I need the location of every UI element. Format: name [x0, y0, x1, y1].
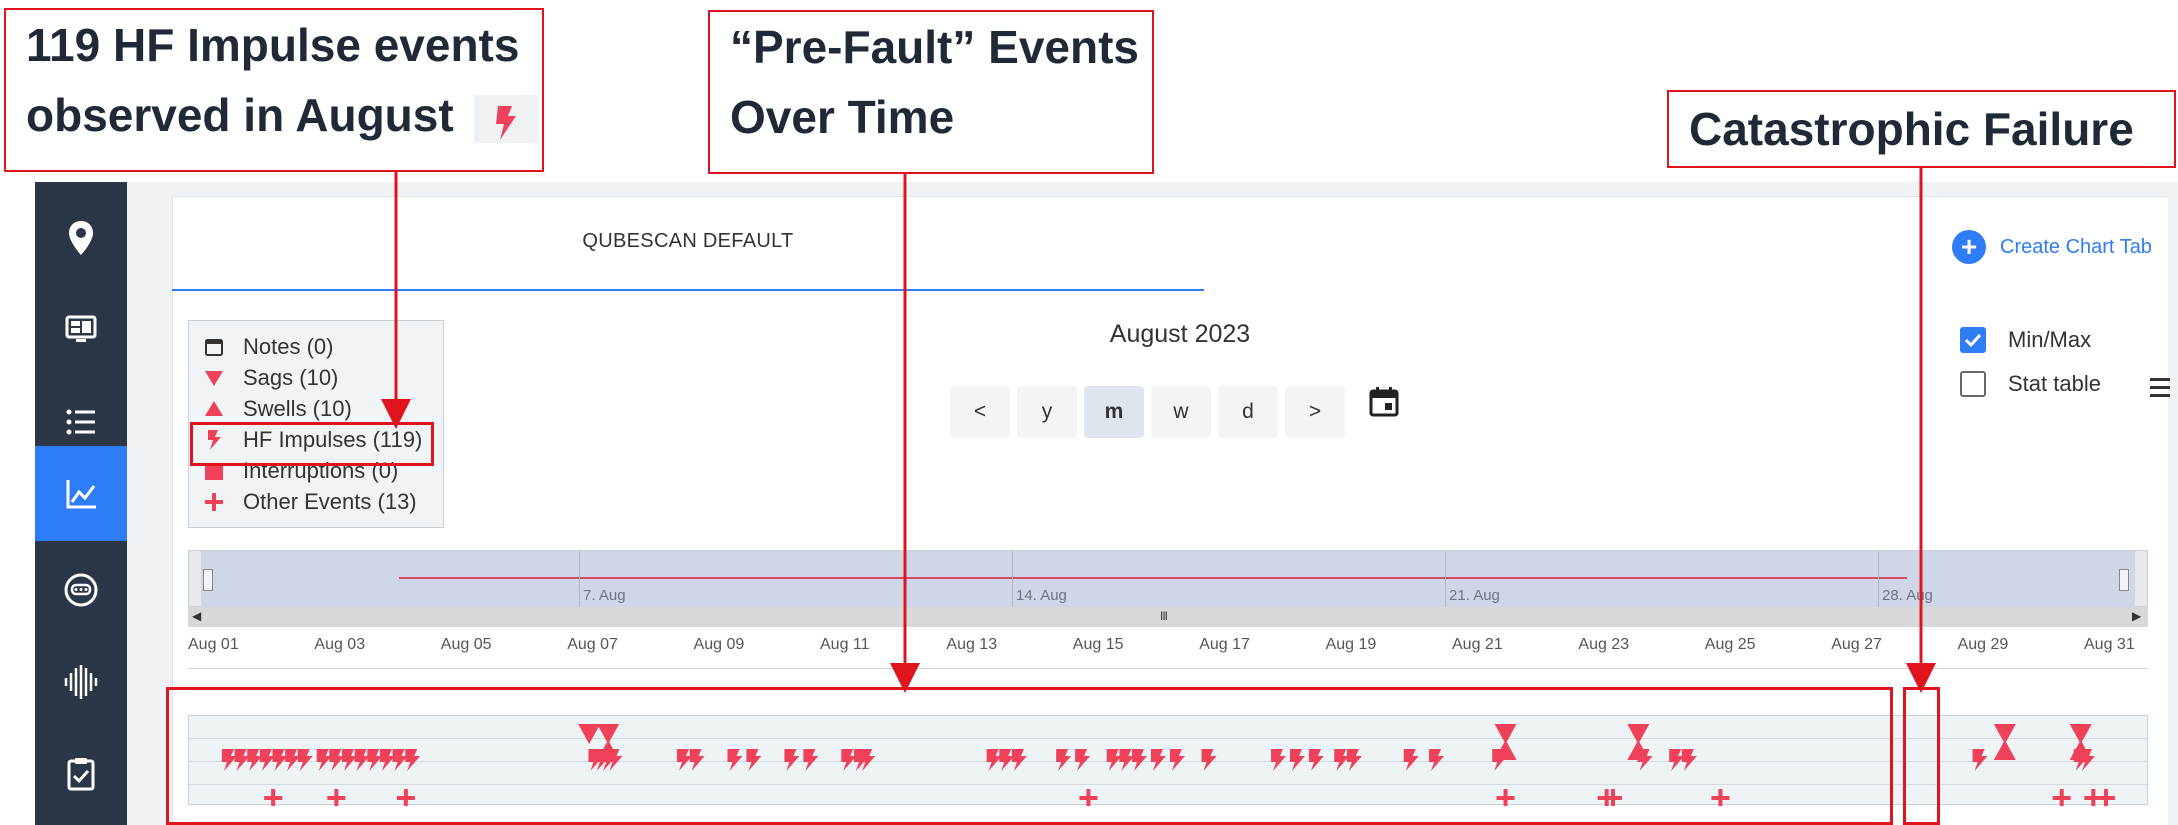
- minmax-checkbox[interactable]: [1960, 327, 1986, 353]
- minmax-label: Min/Max: [2008, 327, 2092, 352]
- legend-item-swells[interactable]: Swells (10): [203, 393, 443, 424]
- callout-line: Over Time: [730, 91, 955, 143]
- legend-item-sags[interactable]: Sags (10): [203, 362, 443, 393]
- create-chart-tab-label: Create Chart Tab: [2000, 235, 2152, 258]
- x-axis-tick-label: Aug 09: [693, 636, 745, 653]
- create-chart-tab-button[interactable]: + Create Chart Tab: [1952, 230, 2152, 264]
- time-navigator[interactable]: 7. Aug 14. Aug 21. Aug 28. Aug: [188, 550, 2148, 608]
- dashboard-icon: [65, 315, 97, 342]
- sidebar-item-dashboard[interactable]: [35, 282, 127, 377]
- prev-period-button[interactable]: <: [950, 386, 1010, 438]
- catastrophic-failure-callout: Catastrophic Failure: [1667, 90, 2176, 168]
- failure-highlight-box: [1903, 687, 1940, 825]
- other-event-marker[interactable]: [2052, 789, 2071, 806]
- stat-table-checkbox[interactable]: [1960, 371, 1986, 397]
- navigator-window[interactable]: [201, 551, 2135, 608]
- hf-legend-highlight-box: [190, 422, 434, 466]
- tab-qubescan-default[interactable]: QUBESCAN DEFAULT: [172, 230, 1204, 253]
- prefault-callout: “Pre-Fault” Events Over Time: [708, 10, 1154, 174]
- x-axis-tick-label: Aug 29: [1957, 636, 2009, 653]
- legend-label: Notes (0): [243, 333, 334, 359]
- x-axis-tick-label: Aug 07: [567, 636, 618, 653]
- list-icon: [66, 409, 95, 434]
- hf-impulse-marker[interactable]: [1972, 749, 1988, 771]
- stat-table-option[interactable]: Stat table: [1960, 371, 2101, 397]
- tab-underline: [172, 289, 1204, 291]
- sidebar-item-charts[interactable]: [35, 446, 127, 541]
- sidebar-item-map[interactable]: [35, 190, 127, 285]
- other-event-marker[interactable]: [2096, 789, 2115, 806]
- meter-icon: [64, 573, 98, 606]
- legend-item-other-events[interactable]: Other Events (13): [203, 486, 443, 517]
- menu-icon[interactable]: [2150, 378, 2170, 402]
- prefault-highlight-box: [166, 687, 1893, 825]
- navigator-left-handle[interactable]: [203, 569, 213, 591]
- navigator-date: 14. Aug: [1016, 587, 1067, 604]
- legend-label: Swells (10): [243, 395, 352, 421]
- waveform-icon: [64, 664, 98, 699]
- stat-table-label: Stat table: [2008, 371, 2101, 396]
- navigator-date: 28. Aug: [1882, 587, 1933, 604]
- check-icon: [1964, 333, 1982, 348]
- x-axis-tick-label: Aug 19: [1325, 636, 1377, 653]
- navigator-right-handle[interactable]: [2119, 569, 2129, 591]
- plus-icon: [205, 492, 223, 511]
- triangle-up-icon: [205, 400, 223, 416]
- bolt-icon: [474, 94, 539, 143]
- triangle-down-icon: [205, 370, 223, 386]
- navigator-divider: [579, 551, 580, 608]
- scroll-grip[interactable]: III: [1160, 609, 1168, 623]
- legend-label: Other Events (13): [243, 488, 417, 514]
- calendar-picker-icon[interactable]: [1368, 386, 1400, 418]
- navigator-divider: [1012, 551, 1013, 608]
- sidebar-item-waveform[interactable]: [35, 634, 127, 729]
- x-axis-tick-label: Aug 23: [1578, 636, 1630, 653]
- x-axis-tick-label: Aug 11: [820, 636, 870, 653]
- legend-item-notes[interactable]: Notes (0): [203, 331, 443, 362]
- year-button[interactable]: y: [1017, 386, 1077, 438]
- hf-impulse-callout: 119 HF Impulse events observed in August: [4, 8, 544, 172]
- sidebar-item-meter[interactable]: [35, 542, 127, 637]
- callout-line-text: observed in August: [26, 89, 454, 141]
- x-axis-tick-label: Aug 05: [440, 636, 492, 653]
- callout-line: “Pre-Fault” Events: [730, 21, 1139, 73]
- navigator-date: 21. Aug: [1449, 587, 1500, 604]
- next-period-button[interactable]: >: [1285, 386, 1345, 438]
- scroll-left-arrow-icon[interactable]: ◀: [192, 609, 201, 623]
- plus-circle-icon: +: [1952, 230, 1986, 264]
- hf-impulse-marker[interactable]: [2080, 749, 2095, 771]
- x-axis-tick-label: Aug 01: [188, 636, 239, 653]
- x-axis-tick-label: Aug 15: [1072, 636, 1124, 653]
- x-axis-tick-label: Aug 25: [1704, 636, 1756, 653]
- x-axis-tick-label: Aug 17: [1199, 636, 1250, 653]
- x-axis-tick-label: Aug 03: [314, 636, 366, 653]
- callout-line: observed in August: [26, 80, 542, 150]
- week-button[interactable]: w: [1151, 386, 1211, 438]
- month-button[interactable]: m: [1084, 386, 1144, 438]
- clipboard-check-icon: [67, 757, 95, 790]
- period-buttons: < y m w d >: [950, 386, 1345, 438]
- x-axis-tick-label: Aug 31: [2084, 636, 2135, 653]
- x-axis-line: [188, 668, 2148, 669]
- navigator-divider: [1445, 551, 1446, 608]
- sidebar: [35, 182, 127, 825]
- sidebar-item-reports[interactable]: [35, 726, 127, 821]
- callout-line: 119 HF Impulse events: [26, 19, 520, 71]
- swell-marker[interactable]: [1993, 740, 2016, 760]
- calendar-icon: [205, 338, 223, 356]
- navigator-divider: [1878, 551, 1879, 608]
- month-title: August 2023: [1109, 320, 1251, 348]
- minmax-option[interactable]: Min/Max: [1960, 327, 2091, 353]
- legend-label: Sags (10): [243, 364, 339, 390]
- chart-icon: [66, 479, 96, 508]
- map-pin-icon: [69, 220, 93, 255]
- x-axis-tick-label: Aug 13: [946, 636, 998, 653]
- navigator-series-line: [399, 577, 1907, 579]
- x-axis-tick-label: Aug 21: [1452, 636, 1503, 653]
- scroll-right-arrow-icon[interactable]: ▶: [2132, 609, 2141, 623]
- day-button[interactable]: d: [1218, 386, 1278, 438]
- navigator-scrollbar[interactable]: ◀ III ▶: [188, 607, 2148, 627]
- navigator-date: 7. Aug: [583, 587, 626, 604]
- x-axis-tick-label: Aug 27: [1831, 636, 1882, 653]
